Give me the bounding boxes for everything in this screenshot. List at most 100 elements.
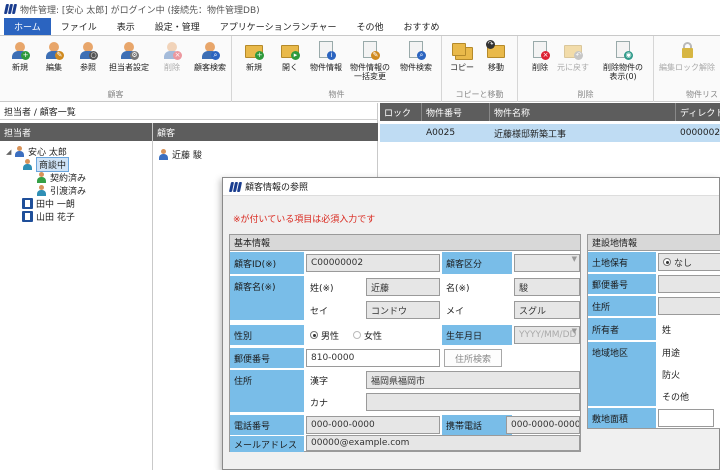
address-kanji-field[interactable]: 福岡県福岡市 — [366, 371, 580, 389]
customer-delete-button[interactable]: × 削除 — [158, 40, 186, 72]
customer-edit-button[interactable]: ✎ 編集 — [40, 40, 68, 72]
undo-delete-button[interactable]: ↶ 元に戻す — [556, 40, 590, 72]
move-button[interactable]: ↷ 移動 — [482, 40, 510, 72]
new-customer-icon: + — [10, 40, 30, 60]
use-sub-label: 用途 — [658, 342, 718, 362]
email-label: メールアドレス — [230, 436, 304, 452]
land-none-radio[interactable] — [663, 258, 671, 266]
mei-field[interactable]: スグル — [514, 301, 580, 319]
ribbon-group-property: + 新規 ▸ 開く i 物件情報 ✎ 物件情報の 一括変更 ⌕ 物件検索 物件 — [232, 36, 442, 102]
tab-app-launcher[interactable]: アプリケーションランチャー — [210, 18, 347, 35]
gender-male-radio[interactable] — [310, 331, 318, 339]
area-label: 敷地面積 — [588, 408, 656, 428]
mei-label: メイ — [442, 299, 512, 321]
site-address-label: 住所 — [588, 296, 656, 316]
status-icon — [36, 172, 47, 183]
tab-recommended[interactable]: おすすめ — [394, 18, 450, 35]
col-lock[interactable]: ロック — [380, 103, 422, 121]
customer-search-button[interactable]: ⌕ 顧客検索 — [190, 40, 230, 72]
tab-view[interactable]: 表示 — [107, 18, 145, 35]
unlock-edit-button[interactable]: 編集ロック解除 — [656, 40, 718, 72]
app-logo-icon — [228, 181, 243, 193]
copy-icon — [452, 40, 473, 60]
tree-node-yamada[interactable]: 山田 花子 — [22, 210, 75, 223]
tab-settings[interactable]: 設定・管理 — [145, 18, 210, 35]
show-deleted-button[interactable]: ◉ 削除物件の 表示(0) — [594, 40, 652, 81]
tel-label: 電話番号 — [230, 415, 304, 435]
status-icon — [36, 185, 47, 196]
customer-new-button[interactable]: + 新規 — [6, 40, 34, 72]
birthdate-field[interactable]: YYYY/MM/DD ▼ — [514, 326, 580, 344]
col-customer[interactable]: 顧客 — [153, 123, 378, 141]
delete-property-button[interactable]: × 削除 — [526, 40, 554, 72]
copy-button[interactable]: コピー — [448, 40, 476, 72]
open-folder-icon: ▸ — [280, 40, 300, 60]
address-search-button[interactable]: 住所検索 — [444, 349, 502, 367]
table-row[interactable]: A0025 近藤様邸新築工事 00000026 — [380, 124, 720, 142]
collapse-icon[interactable]: ◢ — [6, 148, 14, 156]
category-select[interactable]: ▼ — [514, 254, 580, 272]
tab-file[interactable]: ファイル — [51, 18, 107, 35]
tree-node-contracted[interactable]: 契約済み — [36, 171, 86, 184]
property-search-button[interactable]: ⌕ 物件検索 — [396, 40, 436, 72]
assign-staff-button[interactable]: ⚙ 担当者設定 — [104, 40, 154, 72]
customer-id-field[interactable]: C00000002 — [306, 254, 440, 272]
category-label: 顧客区分 — [442, 252, 512, 274]
col-property-name[interactable]: 物件名称 — [490, 103, 676, 121]
col-directory[interactable]: ディレクトリ — [676, 103, 720, 121]
property-open-button[interactable]: ▸ 開く — [276, 40, 304, 72]
dialog-titlebar[interactable]: 顧客情報の参照 — [223, 178, 719, 196]
undo-icon: ↶ — [563, 40, 583, 60]
gender-radio-group: 男性 女性 — [306, 325, 440, 345]
search-property-icon: ⌕ — [406, 40, 426, 60]
sei-field[interactable]: コンドウ — [366, 301, 440, 319]
col-property-number[interactable]: 物件番号 — [422, 103, 490, 121]
mobile-label: 携帯電話 — [442, 415, 512, 435]
new-property-icon: + — [244, 40, 264, 60]
tree-node-tanaka[interactable]: 田中 一朗 — [22, 197, 75, 210]
address-kana-field[interactable] — [366, 393, 580, 411]
tree-node-delivered[interactable]: 引渡済み — [36, 184, 86, 197]
owner-label: 所有者 — [588, 318, 656, 340]
kana-label: カナ — [306, 392, 364, 412]
basic-info-section: 基本情報 顧客ID(※) C00000002 顧客区分 ▼ 顧客名(※) 姓(※… — [229, 234, 581, 452]
zip-field[interactable]: 810-0000 — [306, 349, 440, 367]
site-zip-field[interactable] — [658, 275, 720, 293]
tree-node-negotiating[interactable]: 商談中 — [22, 157, 70, 172]
gender-female-radio[interactable] — [353, 331, 362, 339]
property-new-button[interactable]: + 新規 — [240, 40, 268, 72]
status-icon — [22, 159, 33, 170]
site-zip-label: 郵便番号 — [588, 274, 656, 294]
tab-other[interactable]: その他 — [347, 18, 394, 35]
delete-icon: × — [530, 40, 550, 60]
area-field[interactable] — [658, 409, 714, 427]
kanji-label: 漢字 — [306, 370, 364, 390]
column-divider — [152, 123, 153, 470]
customer-ref-button[interactable]: ○ 参照 — [74, 40, 102, 72]
email-field[interactable]: 00000@example.com — [306, 435, 580, 451]
cell-property-number: A0025 — [426, 128, 456, 138]
tab-home[interactable]: ホーム — [4, 18, 51, 35]
zone-label: 地域地区 — [588, 342, 656, 406]
mobile-field[interactable]: 000-0000-0000 — [506, 416, 580, 434]
customer-id-label: 顧客ID(※) — [230, 252, 304, 274]
col-staff[interactable]: 担当者 — [0, 123, 153, 141]
staff-icon — [14, 146, 25, 157]
ribbon: + 新規 ✎ 編集 ○ 参照 ⚙ 担当者設定 × 削除 ⌕ 顧客検索 顧客 + … — [0, 36, 720, 102]
zip-label: 郵便番号 — [230, 348, 304, 368]
last-name-field[interactable]: 近藤 — [366, 278, 440, 296]
land-radio-group: なし — [658, 253, 720, 271]
property-info-button[interactable]: i 物件情報 — [306, 40, 346, 72]
customer-list-item[interactable]: 近藤 駿 — [158, 148, 202, 161]
tel-field[interactable]: 000-000-0000 — [306, 416, 440, 434]
first-name-field[interactable]: 駿 — [514, 278, 580, 296]
edit-customer-icon: ✎ — [44, 40, 64, 60]
bulk-edit-icon: ✎ — [360, 40, 380, 60]
customer-detail-dialog: 顧客情報の参照 ※が付いている項目は必須入力です 基本情報 顧客ID(※) C0… — [222, 177, 720, 470]
panel-title: 担当者 / 顧客一覧 — [0, 103, 377, 120]
site-address-field[interactable] — [658, 297, 720, 315]
search-customer-icon: ⌕ — [200, 40, 220, 60]
property-bulk-change-button[interactable]: ✎ 物件情報の 一括変更 — [346, 40, 394, 81]
birthdate-label: 生年月日 — [442, 325, 512, 345]
dialog-title: 顧客情報の参照 — [245, 183, 309, 193]
